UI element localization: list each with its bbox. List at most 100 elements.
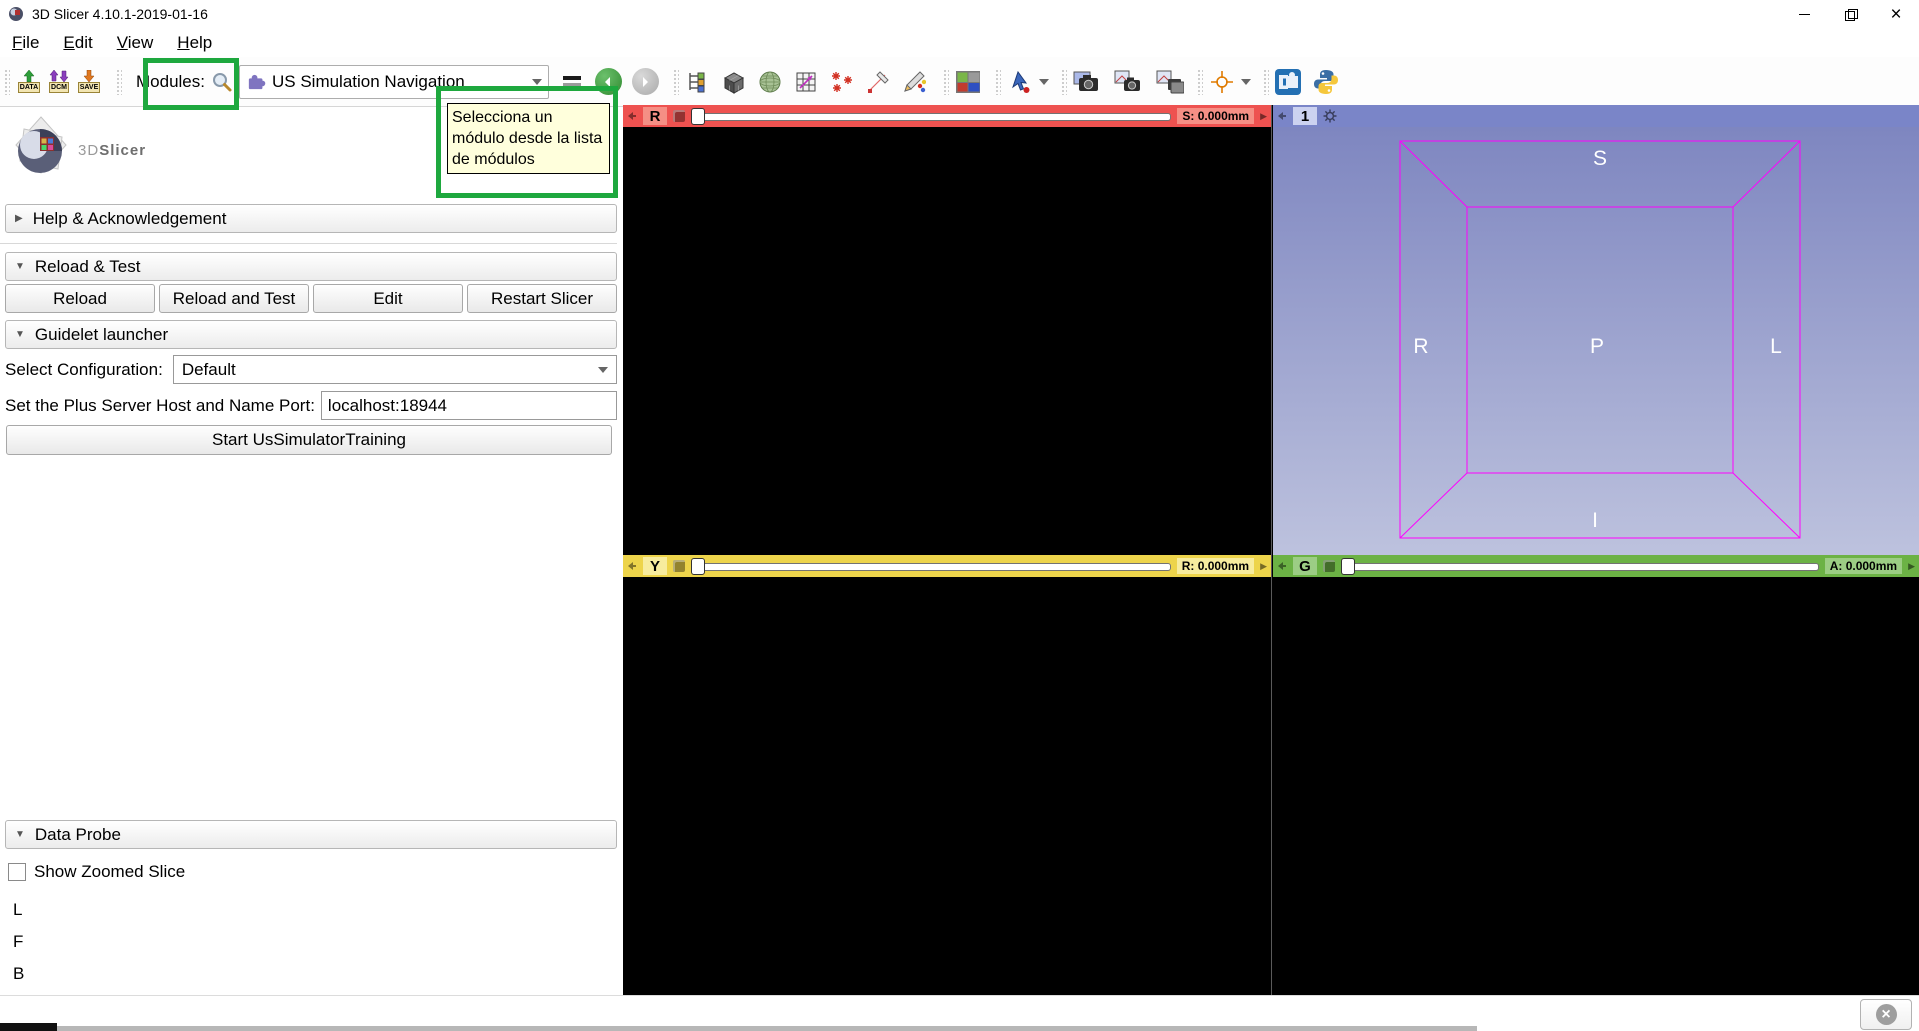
module-panel: 3DSlicer ▶ Help & Acknowledgement ▼ Relo…: [0, 107, 624, 995]
volumes-module-button[interactable]: [719, 65, 749, 99]
annotations-module-button[interactable]: [899, 65, 929, 99]
slice-composite-icon[interactable]: [1323, 560, 1335, 572]
guidelet-section-title: Guidelet launcher: [35, 325, 168, 345]
close-icon: ×: [1876, 1004, 1897, 1025]
green-slice-offset-value: A: 0.000mm: [1825, 558, 1902, 574]
restore-button[interactable]: [1827, 0, 1873, 28]
module-panel-toggle-button[interactable]: [557, 65, 587, 99]
start-training-button[interactable]: Start UsSimulatorTraining: [6, 425, 612, 455]
toolbar-grip[interactable]: [673, 69, 679, 95]
extensions-manager-button[interactable]: [1273, 65, 1303, 99]
restart-slicer-button[interactable]: Restart Slicer: [467, 284, 617, 313]
module-history-back-button[interactable]: [595, 68, 622, 95]
menu-help[interactable]: Help: [165, 30, 224, 56]
orientation-label-right: R: [1413, 335, 1428, 358]
close-button[interactable]: ×: [1873, 0, 1919, 28]
crosshair-button[interactable]: [1207, 65, 1237, 99]
minimize-button[interactable]: [1781, 0, 1827, 28]
pin-icon[interactable]: [1277, 561, 1287, 571]
orientation-label-left: L: [1770, 335, 1782, 358]
slice-composite-icon[interactable]: [673, 110, 685, 122]
layout-selector-button[interactable]: [953, 65, 983, 99]
green-slice-viewport[interactable]: [1273, 577, 1919, 995]
load-data-button[interactable]: DATA: [14, 65, 44, 99]
server-host-value: localhost:18944: [328, 396, 447, 416]
collapsed-arrow-icon: ▶: [15, 213, 23, 224]
reload-test-section[interactable]: ▼ Reload & Test: [5, 252, 617, 281]
header-more-arrow-icon[interactable]: ▶: [1908, 561, 1915, 572]
error-log-close-button[interactable]: ×: [1860, 999, 1912, 1030]
probe-row-f: F: [13, 932, 23, 952]
toolbar-grip[interactable]: [995, 69, 1001, 95]
menu-edit[interactable]: Edit: [51, 30, 104, 56]
menu-file[interactable]: File: [0, 30, 51, 56]
slider-handle[interactable]: [1341, 558, 1355, 575]
reload-and-test-button[interactable]: Reload and Test: [159, 284, 309, 313]
slice-composite-icon[interactable]: [673, 560, 685, 572]
red-slice-label[interactable]: R: [643, 107, 667, 125]
green-slice-label[interactable]: G: [1293, 557, 1317, 575]
pin-icon[interactable]: [627, 561, 637, 571]
ruler-annotation-button[interactable]: [863, 65, 893, 99]
module-history-forward-button[interactable]: [632, 68, 659, 95]
header-more-arrow-icon[interactable]: ▶: [1260, 111, 1267, 122]
orientation-label-inferior: I: [1592, 509, 1598, 532]
yellow-slice-offset-slider[interactable]: [691, 557, 1171, 575]
subject-hierarchy-button[interactable]: [683, 65, 713, 99]
pin-icon[interactable]: [1277, 111, 1287, 121]
fiducial-markers-icon: [829, 71, 855, 93]
slider-handle[interactable]: [691, 108, 705, 125]
models-module-button[interactable]: [755, 65, 785, 99]
reload-button[interactable]: Reload: [5, 284, 155, 313]
slider-groove: [691, 563, 1171, 571]
guidelet-launcher-section[interactable]: ▼ Guidelet launcher: [5, 320, 617, 349]
help-acknowledgement-section[interactable]: ▶ Help & Acknowledgement: [5, 204, 617, 233]
module-selector-arrow-icon[interactable]: [532, 79, 542, 85]
header-more-arrow-icon[interactable]: ▶: [1260, 561, 1267, 572]
transforms-module-button[interactable]: [791, 65, 821, 99]
configuration-selector[interactable]: Default: [173, 355, 617, 384]
module-search-icon[interactable]: [211, 71, 233, 93]
section-divider: [0, 243, 617, 244]
screenshot-camera-icon: [1073, 70, 1099, 94]
threed-viewport[interactable]: S R P L I: [1273, 127, 1919, 555]
pin-icon[interactable]: [627, 111, 637, 121]
toolbar-grip[interactable]: [1263, 69, 1269, 95]
crosshair-arrow-icon[interactable]: [1241, 79, 1251, 85]
data-probe-section[interactable]: ▼ Data Probe: [5, 820, 617, 849]
red-slice-viewport[interactable]: [623, 127, 1271, 555]
toolbar-grip[interactable]: [943, 69, 949, 95]
green-slice-offset-slider[interactable]: [1341, 557, 1819, 575]
server-host-input[interactable]: localhost:18944: [321, 391, 617, 420]
edit-button[interactable]: Edit: [313, 284, 463, 313]
dicom-button[interactable]: DCM: [44, 65, 74, 99]
scene-view-capture-button[interactable]: [1113, 65, 1143, 99]
toolbar-grip[interactable]: [116, 69, 122, 95]
scene-view-restore-button[interactable]: [1155, 65, 1185, 99]
threed-view: 1: [1273, 105, 1919, 555]
screenshot-button[interactable]: [1071, 65, 1101, 99]
configuration-arrow-icon[interactable]: [598, 367, 608, 373]
show-zoomed-slice-checkbox[interactable]: [8, 863, 26, 881]
view-options-gear-icon[interactable]: [1323, 109, 1337, 123]
menu-view[interactable]: View: [105, 30, 166, 56]
toolbar-grip[interactable]: [1197, 69, 1203, 95]
save-button[interactable]: SAVE: [74, 65, 104, 99]
markups-module-button[interactable]: [827, 65, 857, 99]
python-console-button[interactable]: [1311, 65, 1341, 99]
module-selector[interactable]: US Simulation Navigation: [239, 65, 549, 99]
show-zoomed-slice-row: Show Zoomed Slice: [8, 862, 185, 882]
expanded-arrow-icon: ▼: [15, 829, 25, 840]
threed-view-label[interactable]: 1: [1293, 107, 1317, 125]
toolbar-grip[interactable]: [1061, 69, 1067, 95]
mouse-interaction-arrow-icon[interactable]: [1039, 79, 1049, 85]
mouse-interaction-button[interactable]: [1005, 65, 1035, 99]
forward-arrow-icon: [639, 76, 651, 88]
red-slice-offset-slider[interactable]: [691, 107, 1171, 125]
yellow-slice-viewport[interactable]: [623, 577, 1271, 995]
slider-handle[interactable]: [691, 558, 705, 575]
yellow-slice-label[interactable]: Y: [643, 557, 667, 575]
toolbar-grip[interactable]: [4, 69, 10, 95]
threed-view-header: 1: [1273, 105, 1919, 127]
app-icon: [8, 6, 24, 22]
